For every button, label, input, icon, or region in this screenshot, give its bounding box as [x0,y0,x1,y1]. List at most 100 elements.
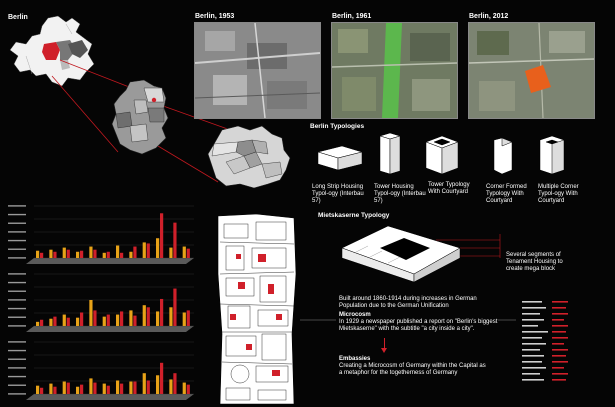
poster-board: Berlin Berlin, 1953 Berlin, 1961 Berlin,… [0,0,615,407]
bar [156,375,160,394]
photo-berlin-1953 [194,22,321,119]
photo-berlin-1961 [331,22,458,119]
bar [146,380,150,394]
y-tick-mark [8,239,26,242]
bar [142,305,146,326]
bar [102,252,106,258]
bar [186,384,190,394]
bar [89,300,93,326]
side-legend [522,300,574,395]
multi-corner-courtyard-icon [539,135,565,175]
bar [106,314,110,326]
corner-courtyard-icon [493,137,513,175]
bar [49,383,53,394]
bar [182,382,186,394]
bar [129,251,133,258]
typologies-title: Berlin Typologies [310,123,365,130]
y-tick-mark [8,316,26,318]
y-tick-mark [8,358,26,360]
bar [133,381,137,394]
bar [133,246,137,258]
bar [76,251,80,258]
chart-floor [26,326,194,332]
bar [102,383,106,394]
bar [36,321,40,326]
photo-2012-label: Berlin, 2012 [469,13,509,20]
y-tick-mark [8,273,26,275]
y-tick-mark [8,290,26,292]
bar [186,310,190,326]
site-plan [217,214,297,405]
bar [40,252,44,258]
photo-1961-label: Berlin, 1961 [332,13,372,20]
bar [129,381,133,394]
y-tick-mark [8,349,26,352]
bar [89,246,93,258]
bar [53,251,57,258]
bar [160,362,164,394]
bar [62,381,66,394]
bar [169,247,173,258]
connector-lines [300,319,516,321]
bar [120,383,124,394]
long-strip-block-icon [317,145,363,171]
y-tick-mark [8,281,26,284]
y-tick-mark [8,213,26,216]
y-tick-mark [8,257,26,259]
y-tick-mark [8,248,26,250]
bar [146,243,150,258]
bar [80,384,84,394]
photo-1953-label: Berlin, 1953 [195,13,235,20]
bar [169,379,173,394]
bar [76,386,80,394]
typology-label: Multiple Corner Typol-ogy With Courtyard [538,184,579,204]
bar [142,373,146,394]
bar [49,249,53,258]
bar [80,250,84,258]
bar [53,316,57,326]
bar [142,242,146,258]
bar [160,213,164,258]
bar [106,385,110,394]
y-tick-mark [8,393,26,395]
europe-map [9,15,95,87]
chart-floor [26,394,194,400]
bar [182,246,186,258]
bar [62,314,66,326]
bar [156,311,160,326]
bar [66,382,70,394]
bar [116,245,120,258]
y-tick-mark [8,205,26,207]
typology-label: Long Strip Housing Typol-ogy (Interbau 5… [312,184,364,204]
embassies-description: Creating a Microcosm of Germany within t… [339,363,486,376]
bar [173,288,177,326]
bar [80,312,84,326]
y-tick-mark [8,299,26,301]
bar [66,249,70,258]
photo-berlin-2012 [468,22,595,119]
bar [133,315,137,326]
bar [89,378,93,394]
berlin-districts-map [207,125,291,189]
bar [120,311,124,326]
bar [93,310,97,326]
bar-chart-1 [8,205,194,264]
tower-courtyard-icon [425,135,459,175]
bar [120,252,124,258]
bar [116,314,120,326]
bar [76,317,80,326]
segments-note: Several segments of Tenament Housing to … [506,252,563,272]
bar [173,222,177,258]
y-tick-mark [8,367,26,369]
typology-label: Tower Typology With Courtyard [428,182,470,195]
bar [186,248,190,258]
bar [116,380,120,394]
bar [129,310,133,326]
bar [156,238,160,258]
bar [40,319,44,326]
bar-chart-2 [8,273,194,332]
y-tick-mark [8,375,26,378]
tower-block-icon [379,132,401,175]
y-tick-mark [8,231,26,233]
bar-charts [8,205,194,400]
